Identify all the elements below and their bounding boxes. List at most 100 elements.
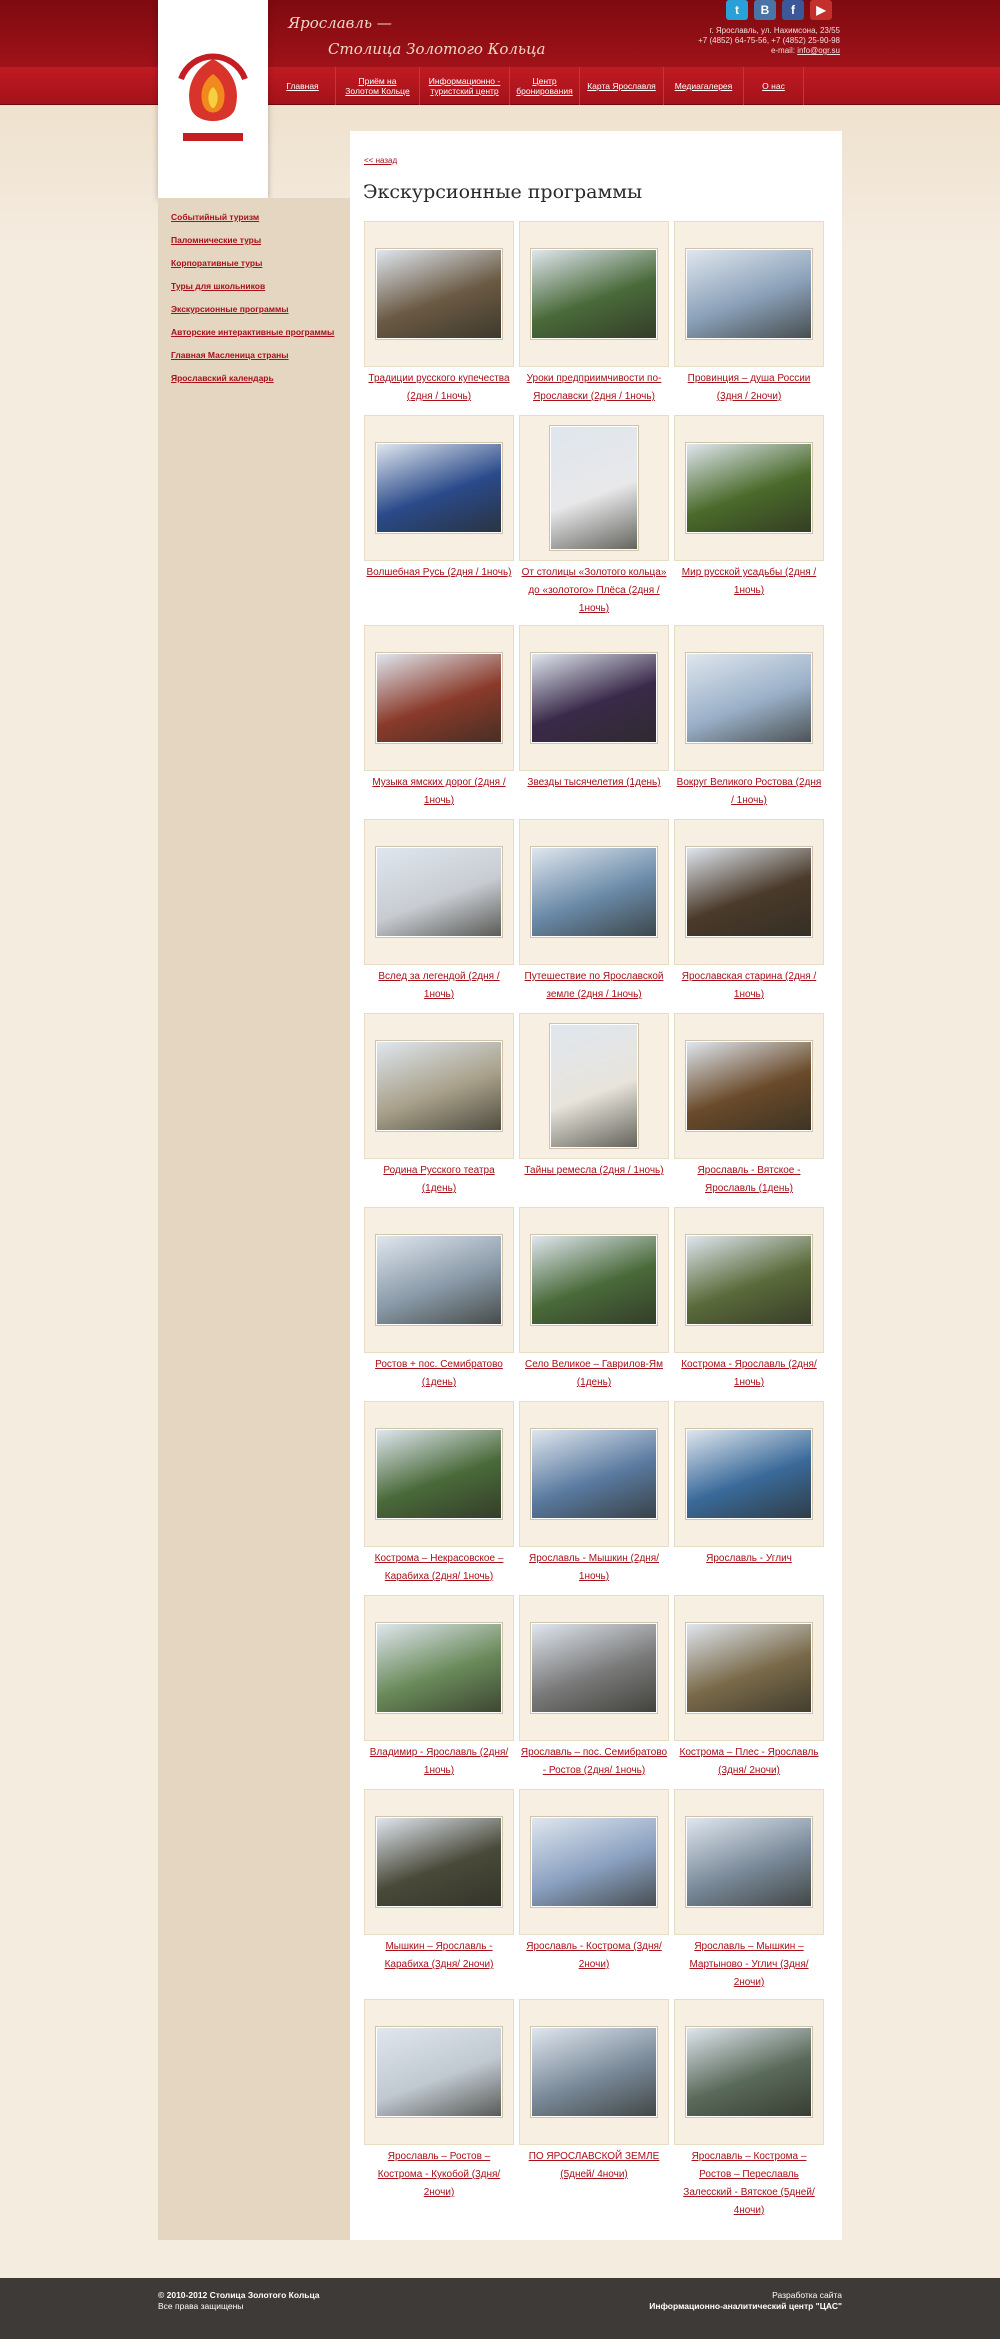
program-card[interactable]: Тайны ремесла (2дня / 1ночь) [519,1013,669,1207]
program-link[interactable]: Вслед за легендой (2дня / 1ночь) [364,965,514,1004]
program-card[interactable]: Ярославль - Кострома (3дня/ 2ночи) [519,1789,669,1999]
sidebar-item-3[interactable]: Корпоративные туры [171,256,334,279]
program-link[interactable]: Волшебная Русь (2дня / 1ночь) [364,561,514,582]
program-card[interactable]: Владимир - Ярославль (2дня/ 1ночь) [364,1595,514,1789]
program-thumbnail[interactable] [519,415,669,561]
program-card[interactable]: Село Великое – Гаврилов-Ям (1день) [519,1207,669,1401]
program-thumbnail[interactable] [674,625,824,771]
program-thumbnail[interactable] [364,415,514,561]
program-card[interactable]: Мир русской усадьбы (2дня / 1ночь) [674,415,824,625]
program-thumbnail[interactable] [674,1999,824,2145]
nav-item-3[interactable]: Информационно - туристский центр [420,67,510,105]
program-card[interactable]: Ярославль – Ростов – Кострома - Кукобой … [364,1999,514,2209]
program-link[interactable]: Ярославль – пос. Семибратово - Ростов (2… [519,1741,669,1780]
program-card[interactable]: Музыка ямских дорог (2дня / 1ночь) [364,625,514,819]
nav-item-1[interactable]: Главная [270,67,336,105]
program-thumbnail[interactable] [364,1789,514,1935]
program-thumbnail[interactable] [674,1595,824,1741]
program-thumbnail[interactable] [519,1999,669,2145]
program-card[interactable]: Уроки предприимчивости по-Ярославски (2д… [519,221,669,415]
program-link[interactable]: Кострома – Некрасовское – Карабиха (2дня… [364,1547,514,1586]
program-card[interactable]: ПО ЯРОСЛАВСКОЙ ЗЕМЛЕ (5дней/ 4ночи) [519,1999,669,2209]
program-link[interactable]: Ярославль – Кострома – Ростов – Переслав… [674,2145,824,2220]
nav-item-7[interactable]: О нас [744,67,804,105]
program-thumbnail[interactable] [519,1207,669,1353]
program-link[interactable]: Звезды тысячелетия (1день) [519,771,669,792]
program-link[interactable]: Родина Русского театра (1день) [364,1159,514,1198]
sidebar-item-2[interactable]: Паломнические туры [171,233,334,256]
program-thumbnail[interactable] [364,221,514,367]
program-card[interactable]: Традиции русского купечества (2дня / 1но… [364,221,514,415]
program-thumbnail[interactable] [519,1789,669,1935]
program-link[interactable]: Ярославль - Вятское - Ярославль (1день) [674,1159,824,1198]
nav-item-5[interactable]: Карта Ярославля [580,67,664,105]
program-thumbnail[interactable] [519,819,669,965]
program-link[interactable]: Ярославская старина (2дня / 1ночь) [674,965,824,1004]
program-link[interactable]: Тайны ремесла (2дня / 1ночь) [519,1159,669,1180]
youtube-icon[interactable]: ▶ [810,0,832,20]
program-card[interactable]: Ярославль – Кострома – Ростов – Переслав… [674,1999,824,2216]
program-link[interactable]: Ярославль - Кострома (3дня/ 2ночи) [519,1935,669,1974]
program-link[interactable]: Уроки предприимчивости по-Ярославски (2д… [519,367,669,406]
program-card[interactable]: От столицы «Золотого кольца» до «золотог… [519,415,669,625]
program-card[interactable]: Ярославль – Мышкин – Мартыново - Углич (… [674,1789,824,1999]
program-link[interactable]: От столицы «Золотого кольца» до «золотог… [519,561,669,618]
program-card[interactable]: Кострома - Ярославль (2дня/ 1ночь) [674,1207,824,1401]
program-thumbnail[interactable] [674,1789,824,1935]
vkontakte-icon[interactable]: B [754,0,776,20]
program-thumbnail[interactable] [519,1013,669,1159]
sidebar-item-5[interactable]: Экскурсионные программы [171,302,334,325]
email-link[interactable]: info@ogr.su [797,46,840,55]
back-link[interactable]: << назад [364,156,397,165]
program-thumbnail[interactable] [364,1207,514,1353]
sidebar-item-6[interactable]: Авторские интерактивные программы [171,325,334,348]
twitter-icon[interactable]: t [726,0,748,20]
program-link[interactable]: Ярославль – Мышкин – Мартыново - Углич (… [674,1935,824,1992]
program-thumbnail[interactable] [364,1595,514,1741]
nav-item-4[interactable]: Центр бронирования [510,67,580,105]
program-thumbnail[interactable] [674,415,824,561]
program-thumbnail[interactable] [364,1401,514,1547]
sidebar-item-8[interactable]: Ярославский календарь [171,371,334,394]
program-link[interactable]: Ярославль - Мышкин (2дня/ 1ночь) [519,1547,669,1586]
program-link[interactable]: Владимир - Ярославль (2дня/ 1ночь) [364,1741,514,1780]
program-thumbnail[interactable] [519,1401,669,1547]
program-thumbnail[interactable] [674,819,824,965]
program-card[interactable]: Ярославль - Углич [674,1401,824,1595]
program-link[interactable]: Кострома – Плес - Ярославль (3дня/ 2ночи… [674,1741,824,1780]
program-thumbnail[interactable] [674,1013,824,1159]
program-link[interactable]: Село Великое – Гаврилов-Ям (1день) [519,1353,669,1392]
program-link[interactable]: Ярославль – Ростов – Кострома - Кукобой … [364,2145,514,2202]
program-link[interactable]: Провинция – душа России (3дня / 2ночи) [674,367,824,406]
program-link[interactable]: Мышкин – Ярославль - Карабиха (3дня/ 2но… [364,1935,514,1974]
program-link[interactable]: Мир русской усадьбы (2дня / 1ночь) [674,561,824,600]
program-card[interactable]: Кострома – Плес - Ярославль (3дня/ 2ночи… [674,1595,824,1789]
program-thumbnail[interactable] [674,1207,824,1353]
program-thumbnail[interactable] [519,625,669,771]
program-link[interactable]: Вокруг Великого Ростова (2дня / 1ночь) [674,771,824,810]
program-card[interactable]: Ярославль - Мышкин (2дня/ 1ночь) [519,1401,669,1595]
program-card[interactable]: Ростов + пос. Семибратово (1день) [364,1207,514,1401]
nav-item-6[interactable]: Медиагалерея [664,67,744,105]
program-link[interactable]: Ярославль - Углич [674,1547,824,1568]
facebook-icon[interactable]: f [782,0,804,20]
program-thumbnail[interactable] [364,819,514,965]
program-thumbnail[interactable] [674,1401,824,1547]
nav-item-2[interactable]: Приём на Золотом Кольце [336,67,420,105]
program-card[interactable]: Провинция – душа России (3дня / 2ночи) [674,221,824,415]
program-link[interactable]: Музыка ямских дорог (2дня / 1ночь) [364,771,514,810]
program-thumbnail[interactable] [364,1013,514,1159]
sidebar-item-7[interactable]: Главная Масленица страны [171,348,334,371]
program-thumbnail[interactable] [674,221,824,367]
program-thumbnail[interactable] [364,1999,514,2145]
program-card[interactable]: Волшебная Русь (2дня / 1ночь) [364,415,514,625]
program-link[interactable]: Традиции русского купечества (2дня / 1но… [364,367,514,406]
program-link[interactable]: Ростов + пос. Семибратово (1день) [364,1353,514,1392]
program-link[interactable]: Путешествие по Ярославской земле (2дня /… [519,965,669,1004]
program-card[interactable]: Путешествие по Ярославской земле (2дня /… [519,819,669,1013]
program-card[interactable]: Ярославль – пос. Семибратово - Ростов (2… [519,1595,669,1789]
program-card[interactable]: Ярославль - Вятское - Ярославль (1день) [674,1013,824,1207]
developer-link[interactable]: Информационно-аналитический центр "ЦАС" [649,2301,842,2312]
program-card[interactable]: Мышкин – Ярославль - Карабиха (3дня/ 2но… [364,1789,514,1999]
program-card[interactable]: Звезды тысячелетия (1день) [519,625,669,819]
